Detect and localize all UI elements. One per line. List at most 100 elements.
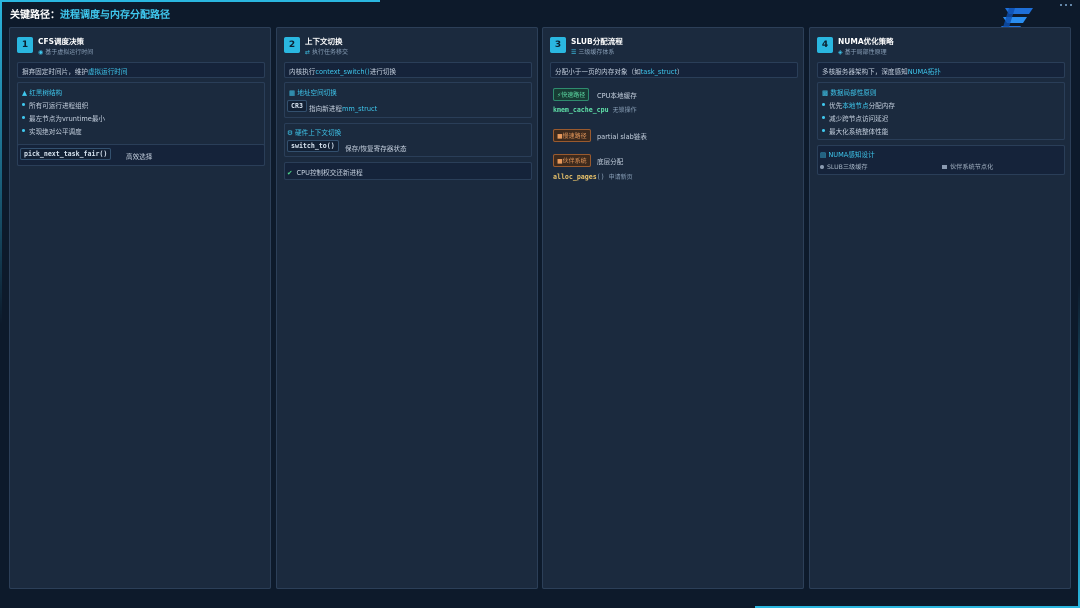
- square-icon: [942, 165, 947, 169]
- section-title-text: 红黑树结构: [29, 89, 63, 97]
- design-item: SLUB三级缓存: [820, 162, 868, 171]
- section-title: ▩ 数据局部性原则: [822, 87, 877, 97]
- code-label: 保存/恢复寄存器状态: [345, 145, 407, 153]
- list-item: 减少跨节点访问延迟: [822, 113, 888, 123]
- design-item: 伙伴系统节点化: [942, 162, 993, 171]
- result-label: CPU控制权交还新进程: [296, 169, 363, 177]
- bell-icon: ▲: [22, 89, 28, 97]
- card-context-switch: 2 上下文切换 ⇄ 执行任务移交 内核执行context_switch()进行切换…: [276, 27, 538, 589]
- badge-buddy-system: ■伙伴系统: [553, 154, 591, 167]
- card-slub-allocation: 3 SLUB分配流程 ☰ 三级缓存体系 分配小于一页的内存对象（如task_str…: [542, 27, 804, 589]
- code-pick-next-task: pick_next_task_fair(): [20, 148, 112, 160]
- code-kmem-cache-cpu: kmem_cache_cpu 无锁操作: [553, 105, 637, 114]
- list-item: 最左节点为vruntime最小: [22, 113, 105, 123]
- card-subtitle: ☰ 三级缓存体系: [571, 47, 614, 56]
- list-item: 实现绝对公平调度: [22, 126, 82, 136]
- badge-label: partial slab链表: [597, 133, 648, 141]
- list-item: 最大化系统整体性能: [822, 126, 888, 136]
- design-item-text: 伙伴系统节点化: [950, 164, 994, 171]
- intro-highlight: 虚拟运行时间: [87, 68, 128, 76]
- bullet-prefix: 优先: [829, 102, 843, 110]
- card-subtitle: ◉ 基于虚拟运行时间: [38, 47, 93, 56]
- check-icon: ✔: [287, 169, 293, 177]
- intro-text: 多核服务器架构下，深度感知NUMA拓扑: [822, 66, 941, 76]
- code-label: 高效选择: [126, 153, 153, 161]
- design-title-text: NUMA感知设计: [828, 151, 875, 159]
- badge-slow-path: ■慢速路径: [553, 129, 591, 142]
- intro-highlight: context_switch(): [315, 68, 370, 76]
- intro-prefix: 内核执行: [289, 68, 316, 76]
- list-item: 所有可运行进程组织: [22, 100, 88, 110]
- intro-prefix: 分配小于一页的内存对象（如: [555, 68, 641, 76]
- section-title: ▲ 红黑树结构: [22, 87, 62, 97]
- building-icon: ▩: [822, 89, 829, 97]
- more-dots-icon: [1060, 4, 1072, 6]
- bullet-highlight: 本地节点: [842, 102, 869, 110]
- code-label: 无锁操作: [612, 107, 637, 114]
- code-text: kmem_cache_cpu: [553, 106, 609, 114]
- intro-prefix: 摒弃固定时间片，维护: [22, 68, 88, 76]
- memory-icon: ▦: [289, 89, 296, 97]
- network-icon: ◈: [838, 49, 843, 56]
- card-numa-optimization: 4 NUMA优化策略 ◈ 基于局部性原理 多核服务器架构下，深度感知NUMA拓扑 …: [809, 27, 1071, 589]
- intro-highlight: task_struct: [640, 68, 678, 76]
- intro-suffix: 进行切换: [369, 68, 397, 76]
- page-title-prefix: 关键路径：: [10, 10, 60, 21]
- badge-fast-path: ⚡快速路径: [553, 88, 590, 101]
- section-title: ⚙ 硬件上下文切换: [287, 127, 341, 137]
- code-switch-to: switch_to(): [287, 140, 339, 152]
- code-suffix: (): [596, 173, 605, 181]
- card-title: SLUB分配流程: [571, 37, 623, 46]
- card-cfs-scheduling: 1 CFS调度决策 ◉ 基于虚拟运行时间 摒弃固定时间片，维护虚拟运行时间 ▲ 红…: [9, 27, 271, 589]
- card-title: 上下文切换: [305, 37, 343, 46]
- step-number: 1: [17, 37, 33, 53]
- step-number: 4: [817, 37, 833, 53]
- dot-icon: [820, 165, 824, 169]
- card-subtitle: ⇄ 执行任务移交: [305, 47, 348, 56]
- frame-top-accent: [0, 0, 380, 2]
- section-title-text: 地址空间切换: [297, 89, 337, 97]
- design-title: ▤ NUMA感知设计: [820, 149, 875, 159]
- list-icon: ▤: [820, 151, 827, 159]
- intro-text: 内核执行context_switch()进行切换: [289, 66, 396, 76]
- card-subtitle-text: 三级缓存体系: [578, 49, 615, 56]
- badge-label: 底层分配: [597, 158, 624, 166]
- swap-icon: ⇄: [305, 49, 311, 56]
- section-title-text: 数据局部性原则: [830, 89, 877, 97]
- code-cr3: CR3: [287, 100, 307, 112]
- badge-text: 快速路径: [561, 92, 586, 99]
- intro-highlight: NUMA拓扑: [907, 68, 941, 76]
- code-label-prefix: 指向新进程: [309, 105, 342, 113]
- code-label-highlight: mm_struct: [341, 105, 378, 113]
- code-text: alloc_pages: [553, 173, 597, 181]
- layers-icon: ☰: [571, 49, 577, 56]
- page-title-highlight: 进程调度与内存分配路径: [60, 10, 170, 21]
- card-subtitle-text: 基于虚拟运行时间: [45, 49, 94, 56]
- chip-icon: ⚙: [287, 129, 293, 137]
- section-title: ▦ 地址空间切换: [289, 87, 337, 97]
- section-title-text: 硬件上下文切换: [295, 129, 342, 137]
- step-number: 3: [550, 37, 566, 53]
- step-number: 2: [284, 37, 300, 53]
- badge-text: 慢速路径: [562, 133, 587, 140]
- frame-left-accent: [0, 0, 2, 325]
- intro-text: 摒弃固定时间片，维护虚拟运行时间: [22, 66, 128, 76]
- card-subtitle: ◈ 基于局部性原理: [838, 47, 887, 56]
- group-icon: ◉: [38, 49, 44, 56]
- code-alloc-pages: alloc_pages() 申请新页: [553, 172, 633, 181]
- page-title: 关键路径：进程调度与内存分配路径: [10, 6, 170, 21]
- code-label: 指向新进程mm_struct: [309, 103, 377, 113]
- intro-text: 分配小于一页的内存对象（如task_struct）: [555, 66, 684, 76]
- code-label: 申请新页: [608, 174, 633, 181]
- badge-label: CPU本地缓存: [597, 92, 637, 100]
- badge-text: 伙伴系统: [562, 158, 587, 165]
- bullet-suffix: 分配内存: [868, 102, 895, 110]
- intro-suffix: ）: [677, 68, 684, 76]
- card-title: NUMA优化策略: [838, 37, 894, 46]
- card-title: CFS调度决策: [38, 37, 85, 46]
- design-item-text: SLUB三级缓存: [827, 164, 868, 171]
- intro-prefix: 多核服务器架构下，深度感知: [822, 68, 908, 76]
- result-text: ✔ CPU控制权交还新进程: [287, 167, 363, 177]
- card-subtitle-text: 基于局部性原理: [844, 49, 887, 56]
- card-subtitle-text: 执行任务移交: [312, 49, 349, 56]
